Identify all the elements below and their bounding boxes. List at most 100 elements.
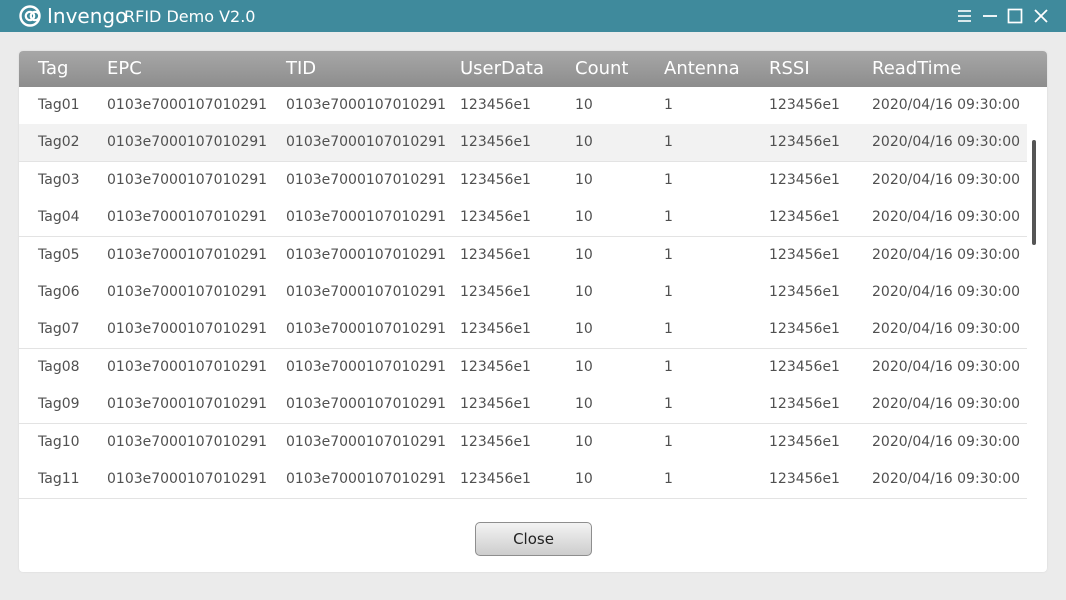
cell-tid: 0103e7000107010291 — [286, 433, 447, 450]
cell-rssi: 123456e1 — [769, 97, 840, 113]
cell-count: 10 — [575, 433, 593, 450]
cell-tag: Tag09 — [38, 396, 80, 413]
cell-antenna: 1 — [664, 97, 673, 113]
table-body[interactable]: Tag01 0103e7000107010291 0103e700010701029… — [19, 87, 1027, 499]
table-row[interactable]: Tag06 0103e7000107010291 0103e700010701029… — [19, 274, 1027, 312]
cell-antenna: 1 — [664, 284, 673, 300]
cell-tag: Tag06 — [38, 284, 80, 300]
cell-epc: 0103e7000107010291 — [107, 134, 268, 151]
cell-tag: Tag11 — [38, 471, 80, 487]
table-row[interactable]: Tag04 0103e7000107010291 0103e700010701029… — [19, 199, 1027, 238]
cell-userdata: 123456e1 — [460, 97, 531, 113]
close-button[interactable]: Close — [475, 522, 592, 556]
cell-tag: Tag07 — [38, 321, 80, 338]
cell-rssi: 123456e1 — [769, 471, 840, 487]
cell-readtime: 2020/04/16 09:30:00 — [872, 321, 1021, 338]
cell-rssi: 123456e1 — [769, 171, 840, 188]
column-header-count[interactable]: Count — [575, 58, 628, 80]
cell-count: 10 — [575, 321, 593, 338]
cell-userdata: 123456e1 — [460, 396, 531, 413]
cell-tid: 0103e7000107010291 — [286, 209, 447, 226]
cell-rssi: 123456e1 — [769, 433, 840, 450]
tag-list-panel: Tag EPC TID UserData Count Antenna RSSI ReadTim… — [19, 51, 1047, 572]
column-header-epc[interactable]: EPC — [107, 58, 142, 80]
cell-readtime: 2020/04/16 09:30:00 — [872, 97, 1021, 113]
cell-readtime: 2020/04/16 09:30:00 — [872, 396, 1021, 413]
scrollbar-thumb[interactable] — [1032, 140, 1036, 245]
column-header-userdata[interactable]: UserData — [460, 58, 544, 80]
cell-antenna: 1 — [664, 246, 673, 263]
cell-tag: Tag01 — [38, 97, 80, 113]
cell-epc: 0103e7000107010291 — [107, 471, 268, 487]
minimize-icon[interactable] — [980, 6, 1000, 26]
cell-tag: Tag05 — [38, 246, 80, 263]
cell-tid: 0103e7000107010291 — [286, 321, 447, 338]
table-row[interactable]: Tag10 0103e7000107010291 0103e700010701029… — [19, 423, 1027, 462]
cell-tid: 0103e7000107010291 — [286, 284, 447, 300]
cell-antenna: 1 — [664, 433, 673, 450]
brand-name: Invengo — [47, 4, 128, 28]
menu-icon[interactable] — [955, 6, 975, 26]
invengo-logo-icon — [19, 5, 41, 27]
cell-tid: 0103e7000107010291 — [286, 171, 447, 188]
cell-antenna: 1 — [664, 471, 673, 487]
cell-userdata: 123456e1 — [460, 471, 531, 487]
cell-epc: 0103e7000107010291 — [107, 209, 268, 226]
cell-tag: Tag02 — [38, 134, 80, 151]
cell-epc: 0103e7000107010291 — [107, 97, 268, 113]
title-bar[interactable]: Invengo RFID Demo V2.0 — [0, 0, 1066, 32]
cell-tid: 0103e7000107010291 — [286, 134, 447, 151]
cell-tag: Tag04 — [38, 209, 80, 226]
cell-userdata: 123456e1 — [460, 433, 531, 450]
cell-readtime: 2020/04/16 09:30:00 — [872, 209, 1021, 226]
table-row[interactable]: Tag01 0103e7000107010291 0103e700010701029… — [19, 87, 1027, 125]
table-row[interactable]: Tag03 0103e7000107010291 0103e700010701029… — [19, 161, 1027, 200]
table-row[interactable]: Tag05 0103e7000107010291 0103e700010701029… — [19, 236, 1027, 275]
table-row[interactable]: Tag08 0103e7000107010291 0103e700010701029… — [19, 348, 1027, 387]
cell-userdata: 123456e1 — [460, 284, 531, 300]
cell-rssi: 123456e1 — [769, 209, 840, 226]
cell-rssi: 123456e1 — [769, 396, 840, 413]
cell-tag: Tag03 — [38, 171, 80, 188]
close-icon[interactable] — [1031, 6, 1051, 26]
table-row[interactable]: Tag07 0103e7000107010291 0103e700010701029… — [19, 311, 1027, 350]
table-header: Tag EPC TID UserData Count Antenna RSSI ReadTim… — [19, 51, 1047, 87]
cell-tid: 0103e7000107010291 — [286, 358, 447, 375]
cell-tag: Tag10 — [38, 433, 80, 450]
cell-epc: 0103e7000107010291 — [107, 284, 268, 300]
cell-readtime: 2020/04/16 09:30:00 — [872, 471, 1021, 487]
cell-tid: 0103e7000107010291 — [286, 396, 447, 413]
cell-count: 10 — [575, 134, 593, 151]
cell-epc: 0103e7000107010291 — [107, 171, 268, 188]
cell-userdata: 123456e1 — [460, 321, 531, 338]
cell-count: 10 — [575, 209, 593, 226]
column-header-readtime[interactable]: ReadTime — [872, 58, 961, 80]
cell-tid: 0103e7000107010291 — [286, 471, 447, 487]
cell-tid: 0103e7000107010291 — [286, 246, 447, 263]
table-row[interactable]: Tag02 0103e7000107010291 0103e700010701029… — [19, 124, 1027, 163]
column-header-tid[interactable]: TID — [286, 58, 316, 80]
cell-epc: 0103e7000107010291 — [107, 246, 268, 263]
column-header-rssi[interactable]: RSSI — [769, 58, 810, 80]
cell-rssi: 123456e1 — [769, 284, 840, 300]
cell-userdata: 123456e1 — [460, 134, 531, 151]
table-row[interactable]: Tag09 0103e7000107010291 0103e700010701029… — [19, 386, 1027, 425]
cell-readtime: 2020/04/16 09:30:00 — [872, 284, 1021, 300]
cell-userdata: 123456e1 — [460, 209, 531, 226]
cell-antenna: 1 — [664, 396, 673, 413]
cell-readtime: 2020/04/16 09:30:00 — [872, 171, 1021, 188]
cell-count: 10 — [575, 171, 593, 188]
cell-readtime: 2020/04/16 09:30:00 — [872, 433, 1021, 450]
cell-antenna: 1 — [664, 134, 673, 151]
maximize-icon[interactable] — [1005, 6, 1025, 26]
cell-antenna: 1 — [664, 321, 673, 338]
cell-rssi: 123456e1 — [769, 134, 840, 151]
column-header-tag[interactable]: Tag — [38, 58, 68, 80]
cell-epc: 0103e7000107010291 — [107, 321, 268, 338]
cell-count: 10 — [575, 396, 593, 413]
cell-userdata: 123456e1 — [460, 171, 531, 188]
table-row[interactable]: Tag11 0103e7000107010291 0103e700010701029… — [19, 461, 1027, 499]
scrollbar-track[interactable] — [1027, 87, 1047, 499]
cell-epc: 0103e7000107010291 — [107, 433, 268, 450]
column-header-antenna[interactable]: Antenna — [664, 58, 740, 80]
